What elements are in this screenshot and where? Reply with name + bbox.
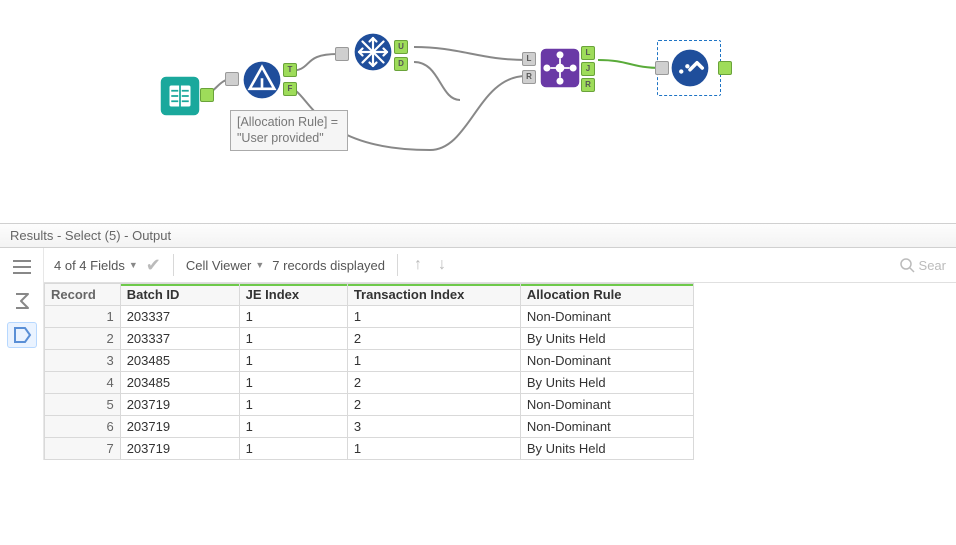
table-row[interactable]: 420348512By Units Held — [45, 372, 694, 394]
cell-txindex: 1 — [347, 306, 520, 328]
cell-batchid: 203719 — [120, 394, 239, 416]
cell-allocrule: Non-Dominant — [520, 394, 693, 416]
unique-tool-in-port[interactable] — [335, 47, 349, 61]
join-tool-l-in-port[interactable]: L — [522, 52, 536, 66]
cell-batchid: 203337 — [120, 328, 239, 350]
workflow-canvas[interactable]: T F [Allocation Rule] = "User provided" … — [0, 0, 956, 224]
join-tool-l-out-port[interactable]: L — [581, 46, 595, 60]
join-tool-r-in-port[interactable]: R — [522, 70, 536, 84]
join-tool-node[interactable] — [536, 44, 584, 92]
table-row[interactable]: 620371913Non-Dominant — [45, 416, 694, 438]
cell-jeindex: 1 — [239, 350, 347, 372]
side-icon-sigma[interactable] — [7, 288, 37, 314]
cell-jeindex: 1 — [239, 416, 347, 438]
cell-allocrule: By Units Held — [520, 438, 693, 460]
results-side-icons — [0, 248, 44, 460]
cell-jeindex: 1 — [239, 394, 347, 416]
cell-jeindex: 1 — [239, 438, 347, 460]
cell-txindex: 2 — [347, 394, 520, 416]
filter-tool-false-port[interactable]: F — [283, 82, 297, 96]
unique-tool-u-port[interactable]: U — [394, 40, 408, 54]
cellviewer-dropdown[interactable]: Cell Viewer ▼ — [186, 258, 264, 273]
nav-up-button[interactable]: ↑ — [410, 256, 426, 274]
table-row[interactable]: 220333712By Units Held — [45, 328, 694, 350]
cell-txindex: 2 — [347, 328, 520, 350]
table-row[interactable]: 320348511Non-Dominant — [45, 350, 694, 372]
input-tool-out-port[interactable] — [200, 88, 214, 102]
check-icon[interactable]: ✔ — [146, 255, 161, 276]
join-tool-j-out-port[interactable]: J — [581, 62, 595, 76]
unique-tool-d-port[interactable]: D — [394, 57, 408, 71]
cell-txindex: 3 — [347, 416, 520, 438]
cell-batchid: 203337 — [120, 306, 239, 328]
cell-record: 2 — [45, 328, 121, 350]
filter-annotation: [Allocation Rule] = "User provided" — [230, 110, 348, 151]
cell-txindex: 1 — [347, 350, 520, 372]
caret-down-icon: ▼ — [129, 260, 138, 270]
cell-record: 1 — [45, 306, 121, 328]
cell-jeindex: 1 — [239, 328, 347, 350]
cell-allocrule: Non-Dominant — [520, 306, 693, 328]
cell-allocrule: Non-Dominant — [520, 416, 693, 438]
cell-jeindex: 1 — [239, 306, 347, 328]
input-tool-node[interactable] — [156, 72, 204, 120]
cell-jeindex: 1 — [239, 372, 347, 394]
cell-record: 7 — [45, 438, 121, 460]
filter-tool-node[interactable] — [238, 56, 286, 104]
caret-down-icon: ▼ — [255, 260, 264, 270]
cell-record: 4 — [45, 372, 121, 394]
table-row[interactable]: 720371911By Units Held — [45, 438, 694, 460]
results-title: Results - Select (5) - Output — [0, 224, 956, 248]
cell-allocrule: By Units Held — [520, 328, 693, 350]
records-displayed-label: 7 records displayed — [272, 258, 385, 273]
search-input[interactable]: Sear — [899, 257, 946, 273]
nav-down-button[interactable]: ↓ — [434, 256, 450, 274]
results-table[interactable]: Record Batch ID JE Index Transaction Ind… — [44, 283, 694, 460]
cell-allocrule: By Units Held — [520, 372, 693, 394]
cell-batchid: 203485 — [120, 350, 239, 372]
unique-tool-node[interactable] — [349, 28, 397, 76]
cell-batchid: 203719 — [120, 438, 239, 460]
side-icon-tag[interactable] — [7, 322, 37, 348]
col-txindex[interactable]: Transaction Index — [347, 284, 520, 306]
cell-batchid: 203719 — [120, 416, 239, 438]
cell-batchid: 203485 — [120, 372, 239, 394]
col-record[interactable]: Record — [45, 284, 121, 306]
col-allocrule[interactable]: Allocation Rule — [520, 284, 693, 306]
filter-tool-true-port[interactable]: T — [283, 63, 297, 77]
cell-record: 5 — [45, 394, 121, 416]
cell-txindex: 2 — [347, 372, 520, 394]
col-batchid[interactable]: Batch ID — [120, 284, 239, 306]
search-icon — [899, 257, 915, 273]
side-icon-list[interactable] — [7, 254, 37, 280]
search-placeholder: Sear — [919, 258, 946, 273]
cell-record: 6 — [45, 416, 121, 438]
filter-tool-in-port[interactable] — [225, 72, 239, 86]
table-row[interactable]: 120333711Non-Dominant — [45, 306, 694, 328]
browse-tool-out-port[interactable] — [718, 61, 732, 75]
canvas-wires — [0, 0, 956, 223]
join-tool-r-out-port[interactable]: R — [581, 78, 595, 92]
fields-dropdown[interactable]: 4 of 4 Fields ▼ — [54, 258, 138, 273]
cell-record: 3 — [45, 350, 121, 372]
table-row[interactable]: 520371912Non-Dominant — [45, 394, 694, 416]
cellviewer-label: Cell Viewer — [186, 258, 252, 273]
col-jeindex[interactable]: JE Index — [239, 284, 347, 306]
cell-allocrule: Non-Dominant — [520, 350, 693, 372]
fields-dropdown-label: 4 of 4 Fields — [54, 258, 125, 273]
cell-txindex: 1 — [347, 438, 520, 460]
browse-tool-node[interactable] — [666, 44, 714, 92]
results-toolbar: 4 of 4 Fields ▼ ✔ Cell Viewer ▼ 7 record… — [44, 248, 956, 283]
